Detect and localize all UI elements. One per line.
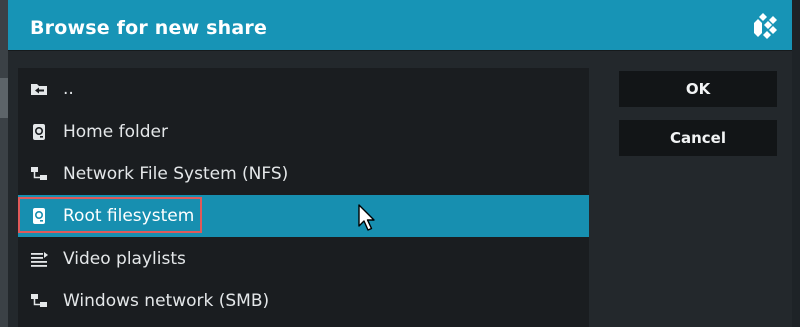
cancel-button[interactable]: Cancel <box>619 120 777 156</box>
list-item-label: Windows network (SMB) <box>63 291 270 311</box>
network-icon <box>31 294 47 307</box>
highlight-outline <box>18 197 202 233</box>
dialog-title: Browse for new share <box>30 17 268 39</box>
drive-icon <box>33 124 45 140</box>
background-left-edge <box>0 0 8 327</box>
list-item-label: .. <box>63 79 74 99</box>
list-item-label: Video playlists <box>63 249 186 269</box>
list-item-root-filesystem[interactable]: Root filesystem <box>18 195 589 237</box>
list-item-home-folder[interactable]: Home folder <box>18 111 589 153</box>
list-item-label: Home folder <box>63 122 168 142</box>
list-item-label: Network File System (NFS) <box>63 164 289 184</box>
dialog-titlebar: Browse for new share <box>8 0 792 50</box>
playlist-icon <box>31 252 48 267</box>
file-list: .. Home folder Network File System (NFS) <box>18 68 589 327</box>
network-icon <box>31 167 47 180</box>
list-item-video-playlists[interactable]: Video playlists <box>18 238 589 280</box>
browse-dialog: Browse for new share .. Home folder Netw… <box>8 0 792 327</box>
ok-button[interactable]: OK <box>619 71 777 107</box>
list-item-parent-folder[interactable]: .. <box>18 68 589 110</box>
list-item-windows-network[interactable]: Windows network (SMB) <box>18 280 589 322</box>
background-band <box>0 78 8 118</box>
back-folder-icon <box>31 84 47 95</box>
mouse-pointer-icon <box>358 204 375 231</box>
list-item-nfs[interactable]: Network File System (NFS) <box>18 153 589 195</box>
kodi-logo-icon <box>754 13 777 39</box>
